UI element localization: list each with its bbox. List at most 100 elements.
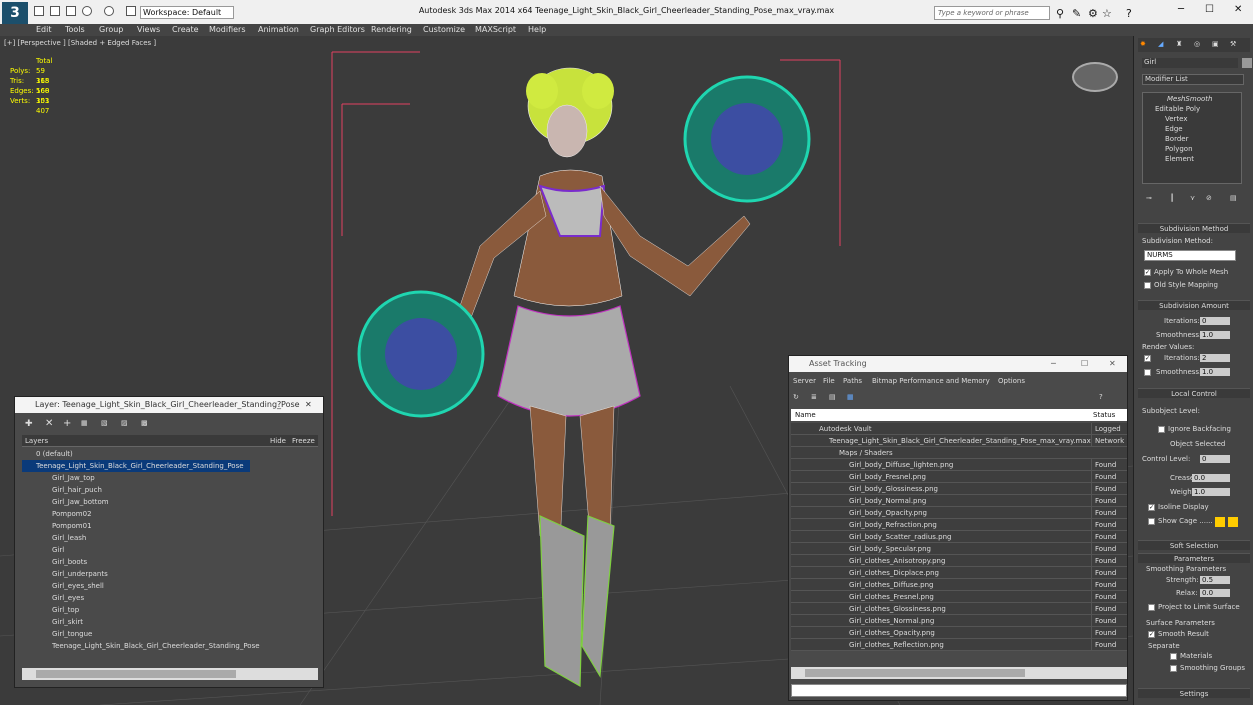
character-model[interactable] [357,67,811,688]
cage-selected-color-swatch[interactable] [1228,517,1238,527]
list-view-icon[interactable]: ≣ [811,393,817,401]
close-asset-button[interactable]: ✕ [1109,356,1116,372]
menu-rendering[interactable]: Rendering [371,24,412,36]
asset-row[interactable]: Girl_body_Diffuse_lighten.png Found [791,459,1127,471]
stack-item-vertex[interactable]: Vertex [1165,115,1188,123]
layer-row[interactable]: Pompom01 [22,520,318,532]
layer-row[interactable]: Girl_boots [22,556,318,568]
minimize-button[interactable]: ─ [1178,4,1184,15]
render-iterations-spinner[interactable]: 2 [1200,354,1230,362]
layer-row[interactable]: Teenage_Light_Skin_Black_Girl_Cheerleade… [22,640,318,652]
weight-spinner[interactable]: 1.0 [1192,488,1230,496]
viewport-label[interactable]: [+] [Perspective ] [Shaded + Edged Faces… [4,39,156,47]
motion-tab-icon[interactable]: ◎ [1194,40,1200,48]
close-button[interactable]: ✕ [1234,4,1242,15]
layer-row[interactable]: Girl_Jaw_top [22,472,318,484]
remove-modifier-icon[interactable]: ⊘ [1206,194,1212,202]
stack-item-element[interactable]: Element [1165,155,1194,163]
layers-column-header[interactable]: Layers [25,437,48,445]
display-tab-icon[interactable]: ▣ [1212,40,1219,48]
project-limit-checkbox[interactable] [1148,603,1155,611]
table-view-icon[interactable]: ▤ [829,393,836,401]
stack-item-meshsmooth[interactable]: MeshSmooth [1167,95,1212,103]
asset-path-field[interactable] [791,684,1127,697]
isoline-display-checkbox[interactable]: ✓ [1148,503,1155,511]
menu-edit[interactable]: Edit [36,24,52,36]
render-iterations-checkbox[interactable]: ✓ [1144,354,1151,362]
modifier-list-dropdown[interactable]: Modifier List [1142,74,1244,85]
help-button[interactable]: ? [277,397,281,413]
scrollbar-thumb[interactable] [805,669,1025,677]
maximize-button[interactable]: ☐ [1205,4,1214,15]
communication-icon[interactable]: ⚙ [1088,7,1098,20]
asset-row[interactable]: Girl_body_Glossiness.png Found [791,483,1127,495]
close-layer-manager-button[interactable]: ✕ [305,397,312,413]
soft-selection-rollout[interactable]: Soft Selection [1138,540,1250,550]
iterations-spinner[interactable]: 0 [1200,317,1230,325]
delete-layer-icon[interactable]: ✕ [45,418,53,429]
smoothing-groups-checkbox[interactable] [1170,664,1177,672]
old-style-mapping-checkbox[interactable] [1144,281,1151,289]
freeze-all-icon[interactable]: ▩ [141,419,148,427]
stack-item-edge[interactable]: Edge [1165,125,1183,133]
settings-rollout[interactable]: Settings [1138,688,1250,698]
asset-row[interactable]: Girl_clothes_Diffuse.png Found [791,579,1127,591]
layer-row[interactable]: Girl_hair_puch [22,484,318,496]
search-binoculars-icon[interactable]: ⚲ [1056,7,1064,20]
refresh-icon[interactable]: ↻ [793,393,799,401]
name-column-header[interactable]: Name [795,411,816,419]
control-level-spinner[interactable]: 0 [1200,455,1230,463]
layer-row[interactable]: Pompom02 [22,508,318,520]
render-smoothness-checkbox[interactable] [1144,368,1151,376]
show-end-result-icon[interactable]: ┃ [1170,194,1174,202]
asset-menu-bitmap[interactable]: Bitmap Performance and Memory [872,377,990,385]
stack-item-polygon[interactable]: Polygon [1165,145,1193,153]
asset-tracking-title-bar[interactable]: Asset Tracking ─ ☐ ✕ [789,356,1127,372]
pin-stack-icon[interactable]: ⊸ [1146,194,1152,202]
subscription-icon[interactable]: ✎ [1072,7,1081,20]
asset-menu-paths[interactable]: Paths [843,377,862,385]
configure-sets-icon[interactable]: ▤ [1230,194,1237,202]
layer-row[interactable]: Girl_eyes [22,592,318,604]
help-icon[interactable]: ? [1126,7,1132,20]
asset-row[interactable]: Girl_clothes_Anisotropy.png Found [791,555,1127,567]
asset-row[interactable]: Girl_body_Specular.png Found [791,543,1127,555]
ignore-backfacing-checkbox[interactable] [1158,425,1165,433]
maximize-asset-button[interactable]: ☐ [1081,356,1088,372]
menu-maxscript[interactable]: MAXScript [475,24,516,36]
layer-row[interactable]: Girl [22,544,318,556]
asset-menu-options[interactable]: Options [998,377,1025,385]
create-layer-icon[interactable]: ✚ [25,419,33,429]
status-column-header[interactable]: Status [1093,411,1115,419]
relax-spinner[interactable]: 0.0 [1200,589,1230,597]
layer-row[interactable]: Girl_leash [22,532,318,544]
subdivision-method-rollout[interactable]: Subdivision Method [1138,223,1250,233]
viewcube-icon[interactable] [1072,62,1118,92]
hide-all-icon[interactable]: ▨ [121,419,128,427]
search-input[interactable]: Type a keyword or phrase [934,6,1050,20]
parameters-rollout[interactable]: Parameters [1138,553,1250,563]
menu-animation[interactable]: Animation [258,24,299,36]
asset-row[interactable]: Girl_body_Refraction.png Found [791,519,1127,531]
layer-row[interactable]: Girl_top [22,604,318,616]
hierarchy-tab-icon[interactable]: ♜ [1176,40,1182,48]
asset-row[interactable]: Girl_clothes_Fresnel.png Found [791,591,1127,603]
asset-menu-file[interactable]: File [823,377,835,385]
render-smoothness-spinner[interactable]: 1.0 [1200,368,1230,376]
asset-row[interactable]: Teenage_Light_Skin_Black_Girl_Cheerleade… [791,435,1127,447]
asset-row[interactable]: Girl_clothes_Glossiness.png Found [791,603,1127,615]
modify-tab-icon[interactable]: ◢ [1158,40,1163,48]
show-cage-checkbox[interactable] [1148,517,1155,525]
stack-item-editable-poly[interactable]: Editable Poly [1155,105,1200,113]
layer-row[interactable]: Girl_tongue [22,628,318,640]
menu-group[interactable]: Group [99,24,123,36]
subdivision-method-dropdown[interactable]: NURMS [1144,250,1236,261]
create-tab-icon[interactable]: ✸ [1140,40,1146,48]
layer-row[interactable]: Teenage_Light_Skin_Black_Girl_Cheerleade… [22,460,250,472]
menu-help[interactable]: Help [528,24,546,36]
grid-view-icon[interactable]: ▦ [847,393,854,401]
asset-row[interactable]: Girl_body_Scatter_radius.png Found [791,531,1127,543]
highlight-layer-icon[interactable]: ▧ [101,419,108,427]
menu-tools[interactable]: Tools [65,24,85,36]
asset-row[interactable]: Girl_clothes_Normal.png Found [791,615,1127,627]
